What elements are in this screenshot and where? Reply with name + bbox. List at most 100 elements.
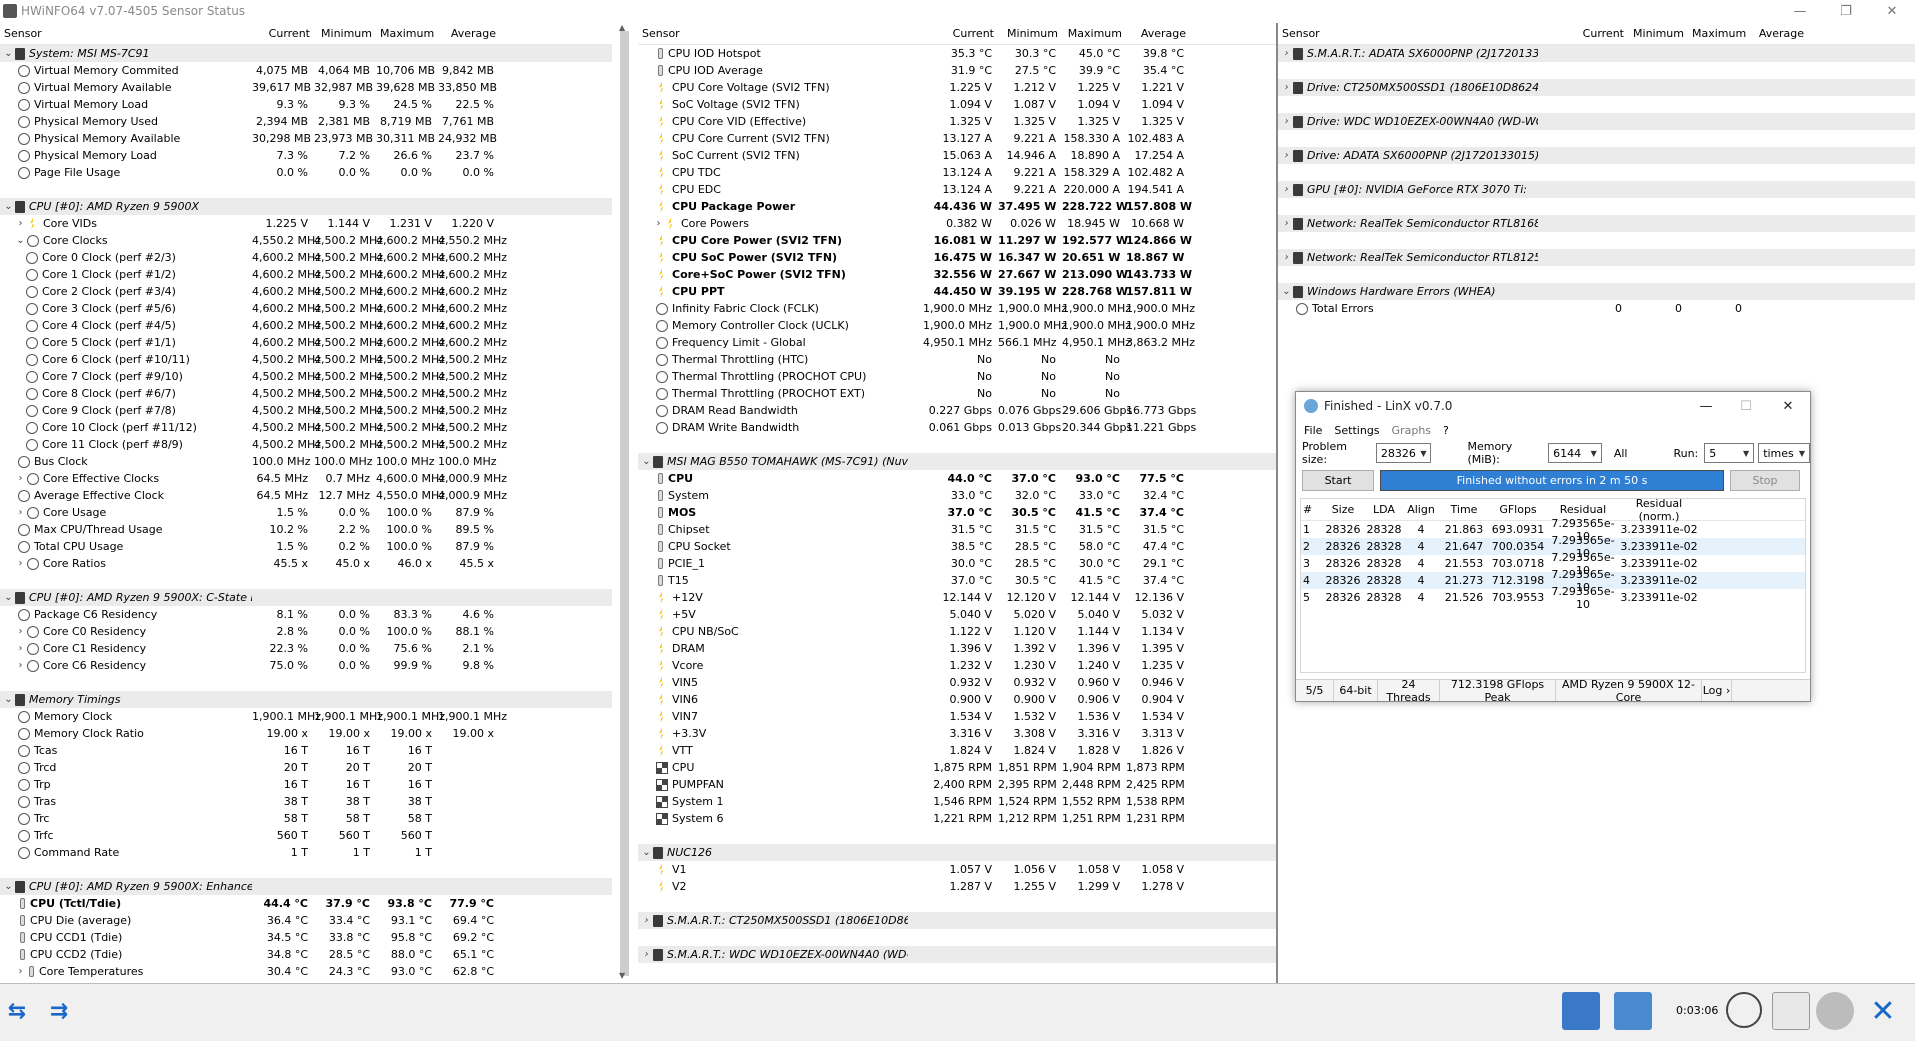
sensor-row[interactable]: Physical Memory Load 7.3 % 7.2 % 26.6 % 23.7… (0, 147, 612, 164)
sensor-row[interactable]: V2 1.287 V 1.255 V 1.299 V 1.278 V (638, 878, 1276, 895)
collapse-chevron-icon[interactable]: ⌄ (2, 881, 15, 892)
sensor-row[interactable]: T15 37.0 °C 30.5 °C 41.5 °C 37.4 °C (638, 572, 1276, 589)
sensor-row[interactable]: Command Rate 1 T 1 T 1 T (0, 844, 612, 861)
scrollbar-thumb[interactable] (620, 31, 629, 976)
sensor-row[interactable]: Core 1 Clock (perf #1/2) 4,600.2 MHz 4,500… (0, 266, 612, 283)
sensor-row[interactable]: DRAM Read Bandwidth 0.227 Gbps 0.076 Gbps 2… (638, 402, 1276, 419)
collapse-chevron-icon[interactable]: ⌄ (2, 592, 15, 603)
sensor-group[interactable]: ⌄ CPU [#0]: AMD Ryzen 9 5900X: Enhanced (0, 878, 612, 895)
sensor-row[interactable]: +3.3V 3.316 V 3.308 V 3.316 V 3.313 V (638, 725, 1276, 742)
sensor-row[interactable]: Thermal Throttling (PROCHOT CPU) No No No (638, 368, 1276, 385)
expand-chevron-icon[interactable]: › (652, 218, 665, 229)
sensor-group[interactable]: › S.M.A.R.T.: ADATA SX6000PNP (2J17201330… (1278, 45, 1915, 62)
expand-chevron-icon[interactable]: › (14, 626, 27, 637)
sensor-row[interactable]: › Core Powers 0.382 W 0.026 W 18.945 W 10.668… (638, 215, 1276, 232)
sensor-group[interactable]: › Drive: WDC WD10EZEX-00WN4A0 (WD-WCC6Y4X… (1278, 113, 1915, 130)
expand-chevron-icon[interactable]: › (14, 218, 27, 229)
column-header-minimum[interactable]: Minimum (1628, 27, 1688, 40)
run-unit-combo[interactable]: times ▼ (1758, 443, 1810, 463)
log-button[interactable]: Log › (1702, 680, 1732, 701)
linx-maximize-button[interactable]: ☐ (1726, 394, 1766, 418)
sensor-row[interactable]: CPU Core Voltage (SVI2 TFN) 1.225 V 1.212 … (638, 79, 1276, 96)
expand-chevron-icon[interactable]: › (14, 660, 27, 671)
expand-chevron-icon[interactable]: › (14, 966, 27, 977)
sensor-row[interactable]: VTT 1.824 V 1.824 V 1.828 V 1.826 V (638, 742, 1276, 759)
sensor-row[interactable]: › Core C6 Residency 75.0 % 0.0 % 99.9 % 9.8 % (0, 657, 612, 674)
sensor-row[interactable]: CPU CCD2 (Tdie) 34.8 °C 28.5 °C 88.0 °C 65.1… (0, 946, 612, 963)
sensor-row[interactable]: CPU 1,875 RPM 1,851 RPM 1,904 RPM 1,873 RPM (638, 759, 1276, 776)
sensor-row[interactable]: › Core Ratios 45.5 x 45.0 x 46.0 x 45.5 x (0, 555, 612, 572)
sensor-row[interactable]: Total CPU Usage 1.5 % 0.2 % 100.0 % 87.9 % (0, 538, 612, 555)
sensor-row[interactable]: CPU NB/SoC 1.122 V 1.120 V 1.144 V 1.134 V (638, 623, 1276, 640)
column-header-current[interactable]: Current (1538, 27, 1628, 40)
sensor-row[interactable]: Trp 16 T 16 T 16 T (0, 776, 612, 793)
sensor-group[interactable]: ⌄ Memory Timings (0, 691, 612, 708)
sensor-row[interactable]: Virtual Memory Commited 4,075 MB 4,064 MB 1… (0, 62, 612, 79)
column-header-current[interactable]: Current (252, 27, 314, 40)
sensor-row[interactable]: Bus Clock 100.0 MHz 100.0 MHz 100.0 MHz 100.… (0, 453, 612, 470)
sensor-row[interactable]: Package C6 Residency 8.1 % 0.0 % 83.3 % 4.6 … (0, 606, 612, 623)
sensor-row[interactable]: PUMPFAN 2,400 RPM 2,395 RPM 2,448 RPM 2,425 … (638, 776, 1276, 793)
expand-chevron-icon[interactable]: › (14, 507, 27, 518)
column-header-sensor[interactable]: Sensor (0, 27, 252, 40)
sensor-group[interactable]: › GPU [#0]: NVIDIA GeForce RTX 3070 Ti: (1278, 181, 1915, 198)
results-header-cell[interactable]: Align (1403, 503, 1439, 516)
sensor-row[interactable]: VIN6 0.900 V 0.900 V 0.906 V 0.904 V (638, 691, 1276, 708)
expand-chevron-icon[interactable]: › (1280, 252, 1293, 263)
sensor-row[interactable]: Physical Memory Used 2,394 MB 2,381 MB 8,71… (0, 113, 612, 130)
expand-chevron-icon[interactable]: › (1280, 82, 1293, 93)
results-header-cell[interactable]: Residual (norm.) (1619, 497, 1699, 523)
column-header-maximum[interactable]: Maximum (1062, 27, 1126, 40)
sensor-row[interactable]: Max CPU/Thread Usage 10.2 % 2.2 % 100.0 % 89… (0, 521, 612, 538)
column-header-maximum[interactable]: Maximum (376, 27, 438, 40)
sensor-row[interactable]: › Core VIDs 1.225 V 1.144 V 1.231 V 1.220 V (0, 215, 612, 232)
sensor-row[interactable]: SoC Voltage (SVI2 TFN) 1.094 V 1.087 V 1.09… (638, 96, 1276, 113)
scroll-right-button[interactable]: ⇉ (42, 992, 76, 1030)
sensor-row[interactable]: Virtual Memory Available 39,617 MB 32,987 … (0, 79, 612, 96)
minimize-button[interactable]: — (1777, 0, 1823, 22)
expand-chevron-icon[interactable]: › (640, 949, 653, 960)
stop-button[interactable]: Stop (1730, 469, 1800, 491)
network-icon[interactable] (1614, 992, 1652, 1030)
sensor-row[interactable]: System 1 1,546 RPM 1,524 RPM 1,552 RPM 1,538… (638, 793, 1276, 810)
sensor-row[interactable]: DRAM 1.396 V 1.392 V 1.396 V 1.395 V (638, 640, 1276, 657)
linx-close-button[interactable]: ✕ (1768, 394, 1808, 418)
sensor-group[interactable]: › S.M.A.R.T.: WDC WD10EZEX-00WN4A0 (WD-WC… (638, 946, 1276, 963)
menu-file[interactable]: File (1304, 424, 1322, 437)
collapse-chevron-icon[interactable]: ⌄ (2, 201, 15, 212)
sensor-group[interactable]: › Network: RealTek Semiconductor RTL8125 … (1278, 249, 1915, 266)
restore-button[interactable]: ❐ (1823, 0, 1869, 22)
expand-chevron-icon[interactable]: › (1280, 116, 1293, 127)
all-checkbox-label[interactable]: All (1614, 447, 1628, 460)
collapse-chevron-icon[interactable]: ⌄ (640, 456, 653, 467)
expand-chevron-icon[interactable]: › (14, 473, 27, 484)
column-header-current[interactable]: Current (908, 27, 998, 40)
problem-size-combo[interactable]: 28326 ▼ (1375, 443, 1432, 463)
results-header-cell[interactable]: Size (1321, 503, 1365, 516)
sensor-group[interactable]: › Network: RealTek Semiconductor RTL8168/… (1278, 215, 1915, 232)
column-header-maximum[interactable]: Maximum (1688, 27, 1748, 40)
sensor-row[interactable]: Core 5 Clock (perf #1/1) 4,600.2 MHz 4,500… (0, 334, 612, 351)
clock-reset-icon[interactable] (1726, 992, 1762, 1028)
sensor-row[interactable]: Virtual Memory Load 9.3 % 9.3 % 24.5 % 22.5 … (0, 96, 612, 113)
sensor-row[interactable]: Core 4 Clock (perf #4/5) 4,600.2 MHz 4,500… (0, 317, 612, 334)
sensor-row[interactable]: SoC Current (SVI2 TFN) 15.063 A 14.946 A 18… (638, 147, 1276, 164)
column-header-sensor[interactable]: Sensor (1278, 27, 1538, 40)
sensor-group[interactable]: ⌄ Windows Hardware Errors (WHEA) (1278, 283, 1915, 300)
column-header-average[interactable]: Average (1126, 27, 1190, 40)
sensor-row[interactable]: +5V 5.040 V 5.020 V 5.040 V 5.032 V (638, 606, 1276, 623)
sensor-row[interactable]: DRAM Write Bandwidth 0.061 Gbps 0.013 Gbps… (638, 419, 1276, 436)
sensor-row[interactable]: Core 10 Clock (perf #11/12) 4,500.2 MHz 4,… (0, 419, 612, 436)
scroll-down-arrow[interactable]: ▼ (619, 971, 625, 980)
expand-chevron-icon[interactable]: › (14, 643, 27, 654)
sensor-row[interactable]: Chipset 31.5 °C 31.5 °C 31.5 °C 31.5 °C (638, 521, 1276, 538)
sensor-row[interactable]: ⌄ Core Clocks 4,550.2 MHz 4,500.2 MHz 4,600.… (0, 232, 612, 249)
sensor-row[interactable]: Page File Usage 0.0 % 0.0 % 0.0 % 0.0 % (0, 164, 612, 181)
sensor-row[interactable]: › Core C1 Residency 22.3 % 0.0 % 75.6 % 2.1 % (0, 640, 612, 657)
sensor-group[interactable]: › Drive: CT250MX500SSD1 (1806E10D8624) (1278, 79, 1915, 96)
sensor-row[interactable]: System 6 1,221 RPM 1,212 RPM 1,251 RPM 1,231… (638, 810, 1276, 827)
sensor-row[interactable]: VIN5 0.932 V 0.932 V 0.960 V 0.946 V (638, 674, 1276, 691)
sensor-row[interactable]: MOS 37.0 °C 30.5 °C 41.5 °C 37.4 °C (638, 504, 1276, 521)
expand-chevron-icon[interactable]: › (1280, 48, 1293, 59)
sensor-row[interactable]: Memory Clock Ratio 19.00 x 19.00 x 19.00 x 1… (0, 725, 612, 742)
